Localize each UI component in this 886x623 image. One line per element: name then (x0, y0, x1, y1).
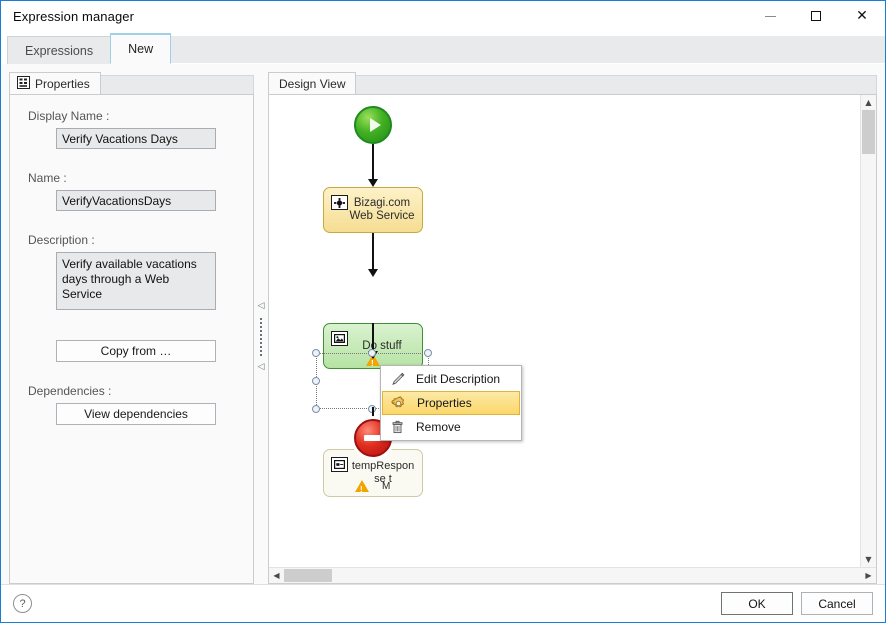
footer-buttons: OK Cancel (721, 592, 873, 615)
tab-properties-label: Properties (35, 76, 90, 91)
context-menu: Edit Description Properties Remove (380, 365, 522, 441)
selection-handle-ne[interactable] (424, 349, 432, 357)
context-menu-item-edit-description[interactable]: Edit Description (382, 367, 520, 391)
dialog-body: Properties Display Name : Name : Descrip… (1, 64, 885, 584)
display-name-input[interactable] (56, 128, 216, 149)
dialog-footer: ? OK Cancel (1, 584, 885, 622)
title-bar: Expression manager ✕ (1, 1, 885, 31)
name-input[interactable] (56, 190, 216, 211)
splitter-grip[interactable] (260, 318, 262, 356)
gear-icon (388, 393, 408, 413)
help-icon[interactable]: ? (13, 594, 32, 613)
tab-expressions-label: Expressions (25, 43, 94, 58)
design-view-panel: Design View Bizagi.com Web Service Do st… (268, 72, 877, 584)
selection-handle-w[interactable] (312, 377, 320, 385)
properties-tab-filler (100, 75, 254, 94)
tab-design-view[interactable]: Design View (268, 72, 357, 94)
copy-from-button[interactable]: Copy from … (56, 340, 216, 362)
design-canvas[interactable]: Bizagi.com Web Service Do stuff ! tempRe… (269, 95, 860, 567)
window-controls: ✕ (747, 1, 885, 31)
selection-handle-n[interactable] (368, 349, 376, 357)
cancel-button[interactable]: Cancel (801, 592, 873, 615)
properties-form: Display Name : Name : Description : Veri… (9, 94, 254, 584)
node-start-event[interactable] (354, 106, 392, 144)
minimize-button[interactable] (747, 1, 793, 31)
context-menu-label-edit-description: Edit Description (416, 372, 501, 386)
vertical-scroll-thumb[interactable] (862, 110, 875, 154)
context-menu-item-remove[interactable]: Remove (382, 415, 520, 439)
horizontal-scroll-track[interactable] (332, 568, 861, 583)
design-view-tab-filler (356, 75, 877, 94)
user-task-icon (331, 457, 348, 472)
context-menu-label-properties: Properties (417, 396, 472, 410)
window-title: Expression manager (13, 8, 135, 24)
canvas-horizontal-scrollbar[interactable]: ◀ ▶ (269, 567, 876, 583)
selection-handle-nw[interactable] (312, 349, 320, 357)
tab-strip-filler (170, 36, 885, 64)
help-glyph: ? (19, 597, 26, 610)
scroll-down-icon[interactable]: ▼ (861, 552, 876, 567)
tab-new-label: New (128, 42, 154, 56)
view-dependencies-button[interactable]: View dependencies (56, 403, 216, 425)
design-canvas-frame: Bizagi.com Web Service Do stuff ! tempRe… (268, 94, 877, 584)
node-temp-response-line1: tempRespon (351, 460, 415, 472)
play-triangle-icon (369, 118, 381, 132)
script-task-icon (331, 331, 348, 346)
warning-icon-2 (355, 480, 369, 496)
properties-tab-strip: Properties (9, 72, 254, 94)
selection-handle-sw[interactable] (312, 405, 320, 413)
close-button[interactable]: ✕ (839, 1, 885, 31)
trash-icon (387, 417, 407, 437)
panel-splitter[interactable]: ◁ ◁ (254, 72, 268, 584)
properties-panel: Properties Display Name : Name : Descrip… (9, 72, 254, 584)
name-label: Name : (28, 171, 67, 185)
scroll-left-icon[interactable]: ◀ (269, 568, 284, 583)
dependencies-label: Dependencies : (28, 384, 112, 398)
scroll-up-icon[interactable]: ▲ (861, 95, 876, 110)
node-temp-response-line3: M (382, 481, 391, 492)
pencil-icon (387, 369, 407, 389)
minimize-icon (764, 15, 776, 17)
collapse-left-icon-2[interactable]: ◁ (258, 363, 265, 372)
properties-icon (17, 75, 30, 92)
display-name-label: Display Name : (28, 109, 110, 123)
context-menu-item-properties[interactable]: Properties (382, 391, 520, 415)
description-label: Description : (28, 233, 95, 247)
node-bizagi-label-line2: Web Service (349, 210, 415, 222)
start-event-icon (354, 106, 392, 144)
tab-expressions[interactable]: Expressions (7, 36, 112, 64)
node-bizagi-web-service[interactable]: Bizagi.com Web Service (323, 187, 423, 233)
node-bizagi-label-line1: Bizagi.com (353, 197, 411, 209)
collapse-left-icon[interactable]: ◁ (258, 302, 265, 311)
flow-arrowhead-2 (368, 269, 378, 277)
tab-properties[interactable]: Properties (9, 72, 101, 94)
design-view-tab-strip: Design View (268, 72, 877, 94)
expression-manager-window: Expression manager ✕ Expressions New Pro… (0, 0, 886, 623)
close-icon: ✕ (856, 8, 868, 24)
canvas-vertical-scrollbar[interactable]: ▲ ▼ (860, 95, 876, 567)
context-menu-label-remove: Remove (416, 420, 461, 434)
tab-design-view-label: Design View (279, 76, 346, 91)
tab-new[interactable]: New (110, 33, 172, 64)
service-task-icon (331, 195, 348, 210)
maximize-icon (811, 11, 821, 21)
flow-arrowhead-1 (368, 179, 378, 187)
main-tab-strip: Expressions New (1, 31, 885, 64)
horizontal-scroll-thumb[interactable] (284, 569, 332, 582)
scroll-right-icon[interactable]: ▶ (861, 568, 876, 583)
ok-button[interactable]: OK (721, 592, 793, 615)
maximize-button[interactable] (793, 1, 839, 31)
description-input[interactable]: Verify available vacations days through … (56, 252, 216, 310)
